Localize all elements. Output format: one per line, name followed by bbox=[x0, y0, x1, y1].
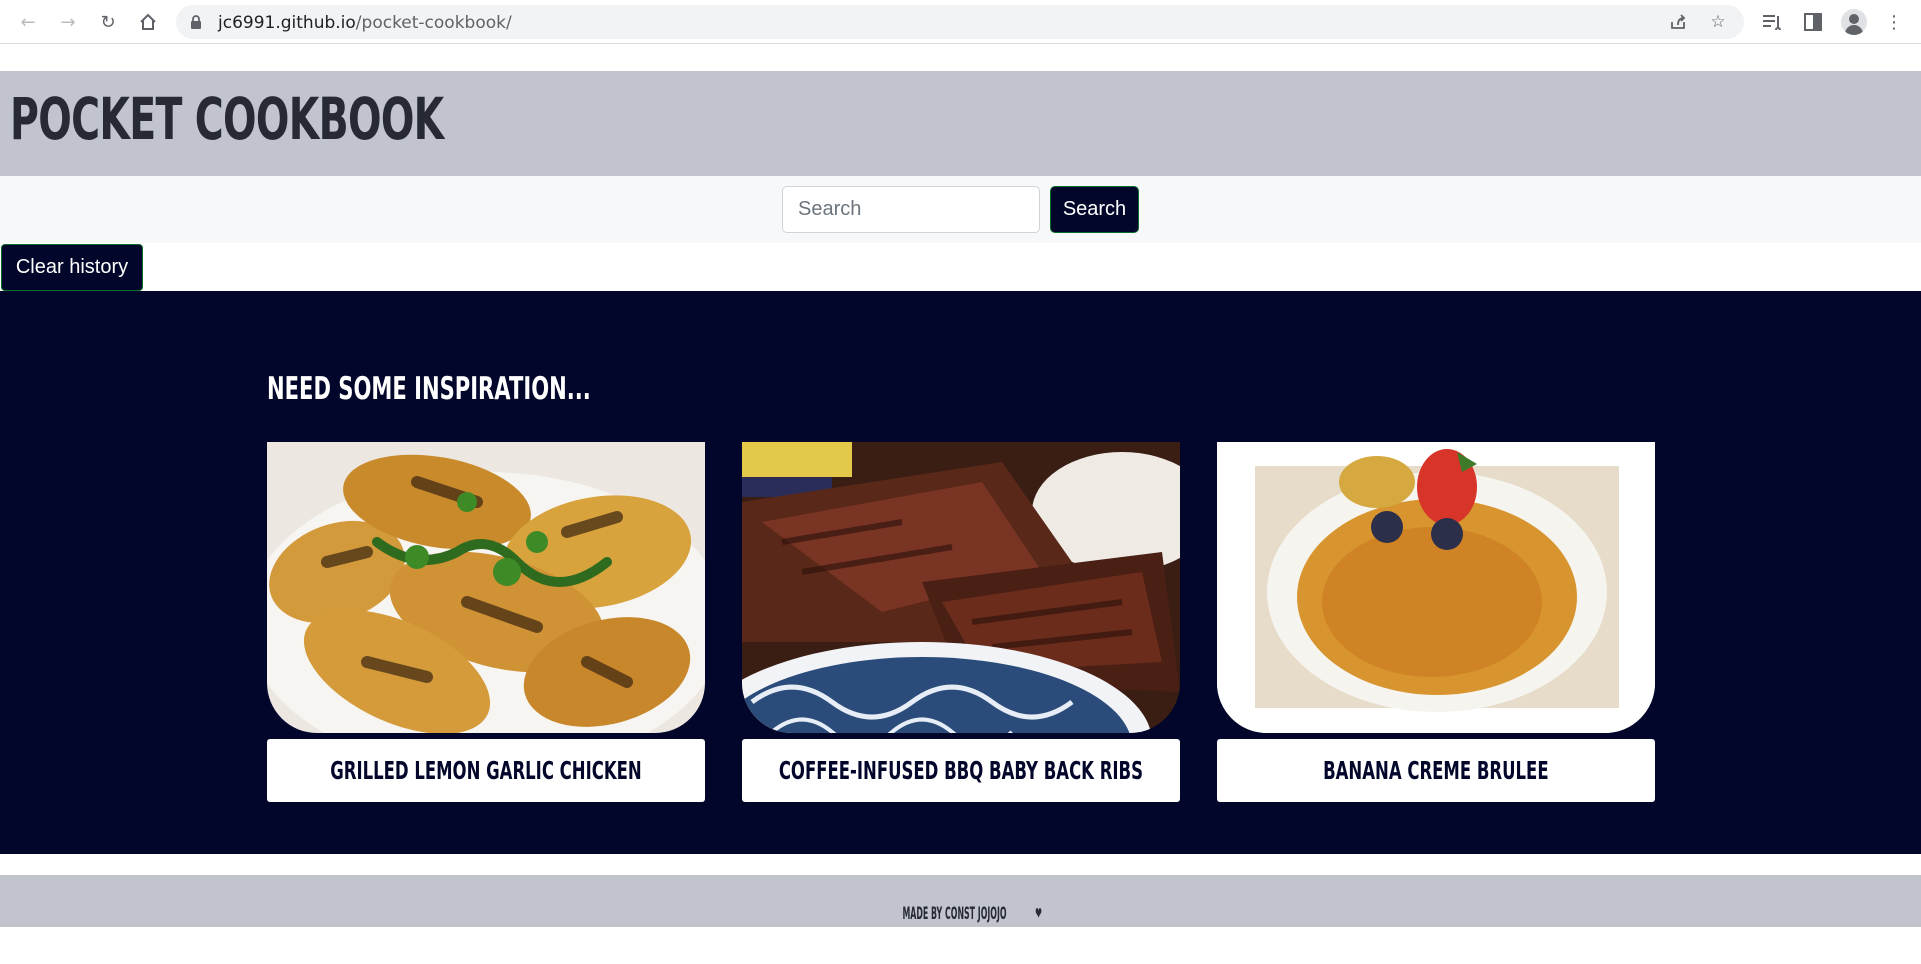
reading-list-icon[interactable] bbox=[1760, 9, 1786, 35]
inspiration-section: NEED SOME INSPIRATION... GRILLED LEMON G… bbox=[0, 291, 1921, 854]
recipe-image-chicken[interactable] bbox=[267, 442, 705, 733]
site-footer: MADE BY CONST JOJOJO ❤ bbox=[0, 875, 1921, 927]
share-icon[interactable] bbox=[1666, 11, 1690, 33]
back-arrow-icon[interactable]: ← bbox=[14, 8, 42, 36]
recipe-image-ribs[interactable] bbox=[742, 442, 1180, 733]
home-icon[interactable] bbox=[134, 8, 162, 36]
site-title: POCKET COOKBOOK bbox=[10, 85, 444, 153]
heart-icon: ❤ bbox=[1035, 904, 1042, 924]
search-bar: Search bbox=[0, 176, 1921, 243]
recipe-title-link[interactable]: GRILLED LEMON GARLIC CHICKEN bbox=[267, 739, 705, 802]
page-content: POCKET COOKBOOK Search Clear history NEE… bbox=[0, 45, 1921, 964]
browser-toolbar: ← → ↻ jc6991.github.io/pocket-cookbook/ … bbox=[0, 0, 1921, 44]
forward-arrow-icon[interactable]: → bbox=[54, 8, 82, 36]
reload-icon[interactable]: ↻ bbox=[94, 8, 122, 36]
clear-history-button[interactable]: Clear history bbox=[1, 244, 143, 291]
kebab-menu-icon[interactable]: ⋮ bbox=[1881, 9, 1907, 35]
lock-icon bbox=[191, 15, 201, 29]
recipe-image-creme-brulee[interactable] bbox=[1217, 442, 1655, 733]
footer-text: MADE BY CONST JOJOJO bbox=[902, 904, 1007, 924]
side-panel-icon[interactable] bbox=[1800, 9, 1826, 35]
search-input[interactable] bbox=[782, 186, 1040, 233]
url-text: jc6991.github.io/pocket-cookbook/ bbox=[218, 13, 512, 33]
recipe-title-link[interactable]: COFFEE-INFUSED BBQ BABY BACK RIBS bbox=[742, 739, 1180, 802]
address-bar[interactable]: jc6991.github.io/pocket-cookbook/ ☆ bbox=[176, 5, 1744, 39]
site-header: POCKET COOKBOOK bbox=[0, 71, 1921, 176]
footer-credit: MADE BY CONST JOJOJO ❤ bbox=[0, 904, 1921, 924]
profile-avatar-icon[interactable] bbox=[1841, 9, 1867, 35]
inspiration-heading: NEED SOME INSPIRATION... bbox=[267, 371, 591, 407]
bookmark-star-icon[interactable]: ☆ bbox=[1706, 11, 1730, 33]
recipe-title-link[interactable]: BANANA CREME BRULEE bbox=[1217, 739, 1655, 802]
search-button[interactable]: Search bbox=[1050, 186, 1139, 233]
